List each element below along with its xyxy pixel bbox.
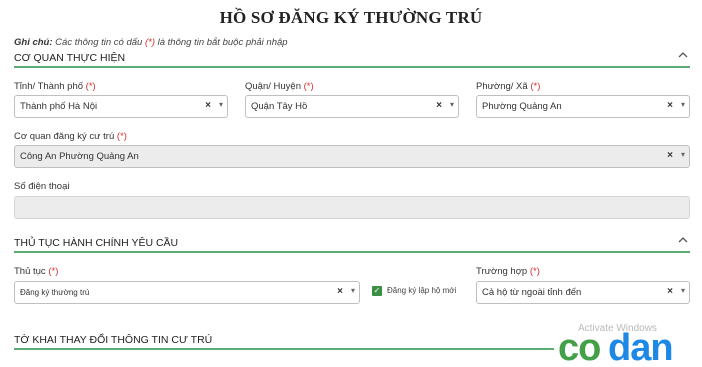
residence-agency-select[interactable]: Công An Phường Quảng An × ▾ <box>14 145 690 168</box>
codan-logo: co dan <box>558 327 674 366</box>
note-prefix: Ghi chú: <box>14 37 53 48</box>
note-text-before: Các thông tin có dấu <box>52 37 145 48</box>
procedure-label: Thủ tục (*) <box>14 266 59 277</box>
section-procedure-title: THỦ TỤC HÀNH CHÍNH YÊU CẦU <box>14 237 179 249</box>
clear-icon[interactable]: × <box>667 100 673 111</box>
ward-label: Phường/ Xã (*) <box>476 81 541 92</box>
clear-icon[interactable]: × <box>436 100 442 111</box>
district-value: Quận Tây Hồ <box>251 101 308 112</box>
province-select[interactable]: Thành phố Hà Nội × ▾ <box>14 95 228 118</box>
case-value: Cả hộ từ ngoài tỉnh đến <box>482 287 582 298</box>
ward-select[interactable]: Phường Quảng An × ▾ <box>476 95 690 118</box>
chevron-down-icon[interactable]: ▾ <box>681 286 685 295</box>
note-required-marker: (*) <box>144 37 155 48</box>
svg-text:dan: dan <box>608 327 673 366</box>
required-note: Ghi chú: Các thông tin có dấu (*) là thô… <box>14 37 288 48</box>
chevron-down-icon[interactable]: ▾ <box>351 286 355 295</box>
clear-icon[interactable]: × <box>337 286 343 297</box>
note-text-after: là thông tin bắt buộc phải nhập <box>154 37 288 48</box>
section-agency-header[interactable]: CƠ QUAN THỰC HIỆN <box>14 50 690 68</box>
new-household-label: Đăng ký lập hộ mới <box>387 286 457 295</box>
phone-input[interactable] <box>14 196 690 219</box>
section-divider <box>14 251 690 253</box>
page-title: HỒ SƠ ĐĂNG KÝ THƯỜNG TRÚ <box>219 8 483 27</box>
chevron-down-icon[interactable]: ▾ <box>450 100 454 109</box>
chevron-down-icon[interactable]: ▾ <box>219 100 223 109</box>
province-value: Thành phố Hà Nội <box>20 101 98 112</box>
svg-text:co: co <box>558 327 600 366</box>
procedure-select[interactable]: Đăng ký thường trú × ▾ <box>14 281 360 304</box>
clear-icon[interactable]: × <box>667 286 673 297</box>
clear-icon[interactable]: × <box>667 150 673 161</box>
check-icon[interactable]: ✓ <box>372 286 382 296</box>
section-declaration-header[interactable]: TỜ KHAI THAY ĐỔI THÔNG TIN CƯ TRÚ <box>14 332 554 350</box>
case-select[interactable]: Cả hộ từ ngoài tỉnh đến × ▾ <box>476 281 690 304</box>
residence-agency-label: Cơ quan đăng ký cư trú (*) <box>14 131 127 142</box>
province-label: Tỉnh/ Thành phố (*) <box>14 81 96 92</box>
phone-label: Số điện thoại <box>14 181 70 192</box>
chevron-up-icon[interactable] <box>678 50 688 63</box>
ward-value: Phường Quảng An <box>482 101 562 112</box>
clear-icon[interactable]: × <box>205 100 211 111</box>
district-select[interactable]: Quận Tây Hồ × ▾ <box>245 95 459 118</box>
case-label: Trường hợp (*) <box>476 266 540 277</box>
residence-agency-value: Công An Phường Quảng An <box>20 151 139 162</box>
chevron-down-icon[interactable]: ▾ <box>681 150 685 159</box>
district-label: Quận/ Huyện (*) <box>245 81 314 92</box>
chevron-down-icon[interactable]: ▾ <box>681 100 685 109</box>
section-procedure-header[interactable]: THỦ TỤC HÀNH CHÍNH YÊU CẦU <box>14 235 690 253</box>
section-declaration-title: TỜ KHAI THAY ĐỔI THÔNG TIN CƯ TRÚ <box>14 334 213 346</box>
section-agency-title: CƠ QUAN THỰC HIỆN <box>14 52 126 64</box>
section-divider <box>14 348 554 350</box>
section-divider <box>14 66 690 68</box>
chevron-up-icon[interactable] <box>678 235 688 248</box>
procedure-value: Đăng ký thường trú <box>20 288 90 297</box>
